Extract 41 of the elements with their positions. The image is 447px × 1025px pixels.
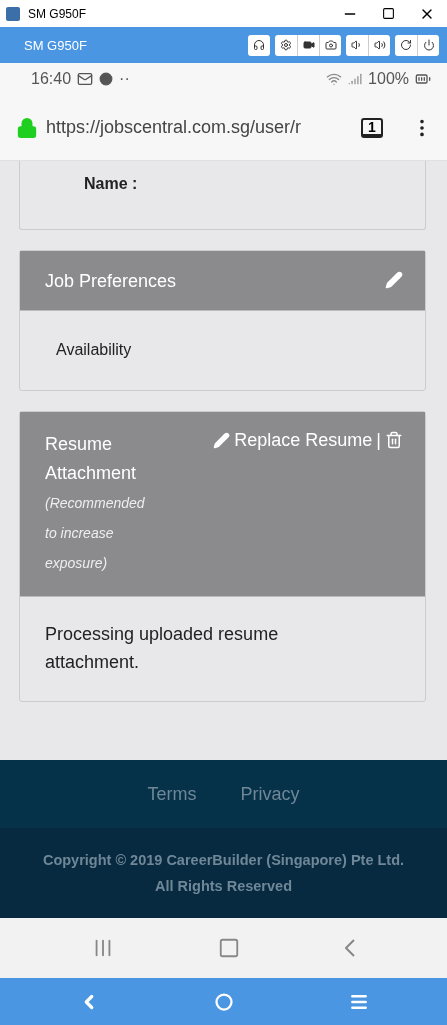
pencil-icon xyxy=(213,431,231,449)
more-notifications-text: ·· xyxy=(119,70,130,88)
back-button[interactable] xyxy=(344,939,355,957)
section-label: Availability xyxy=(56,341,132,358)
trash-icon[interactable] xyxy=(385,431,403,450)
status-message: Processing uploaded resume attachment. xyxy=(45,623,279,672)
rotate-icon xyxy=(400,39,412,51)
battery-text: 100% xyxy=(368,70,409,88)
replace-resume-button[interactable]: Replace Resume xyxy=(213,429,373,451)
battery-icon xyxy=(415,71,431,87)
home-button[interactable] xyxy=(218,937,241,959)
video-camera-icon xyxy=(302,39,315,51)
section-title: Resume Attachment xyxy=(45,432,138,485)
window-title: SM G950F xyxy=(28,6,88,21)
mail-icon xyxy=(77,71,94,87)
edit-icon[interactable] xyxy=(385,271,403,289)
footer-link[interactable]: Terms xyxy=(147,783,197,805)
camera-icon xyxy=(324,39,337,51)
device-name: SM G950F xyxy=(24,37,88,53)
signal-icon xyxy=(348,72,363,86)
wifi-icon xyxy=(326,71,343,87)
volume-up-icon xyxy=(373,39,386,51)
tabs-button[interactable]: 1 xyxy=(361,117,383,138)
copyright-text: Copyright © 2019 CareerBuilder (Singapore) Pte Ltd. All Rights Reserved xyxy=(41,851,406,896)
lock-icon xyxy=(16,116,38,139)
headphones-icon xyxy=(253,39,265,51)
field-label: Name : xyxy=(84,175,139,193)
hint-text: (Recommended to increase exposure) xyxy=(45,493,146,573)
power-icon xyxy=(422,39,435,51)
back-icon xyxy=(344,939,355,957)
url-field[interactable]: https://jobscentral.com.sg/user/r xyxy=(46,117,353,138)
settings-icon xyxy=(280,39,292,51)
footer-link[interactable]: Privacy xyxy=(240,783,300,805)
app-icon xyxy=(6,6,20,21)
separator-text: | xyxy=(376,429,381,451)
home-button[interactable] xyxy=(215,992,234,1011)
maximize-icon[interactable] xyxy=(382,7,395,20)
clock-text: 16:40 xyxy=(31,70,72,88)
volume-down-icon xyxy=(351,39,363,51)
section-title: Job Preferences xyxy=(45,271,178,292)
notification-icon xyxy=(99,72,114,86)
